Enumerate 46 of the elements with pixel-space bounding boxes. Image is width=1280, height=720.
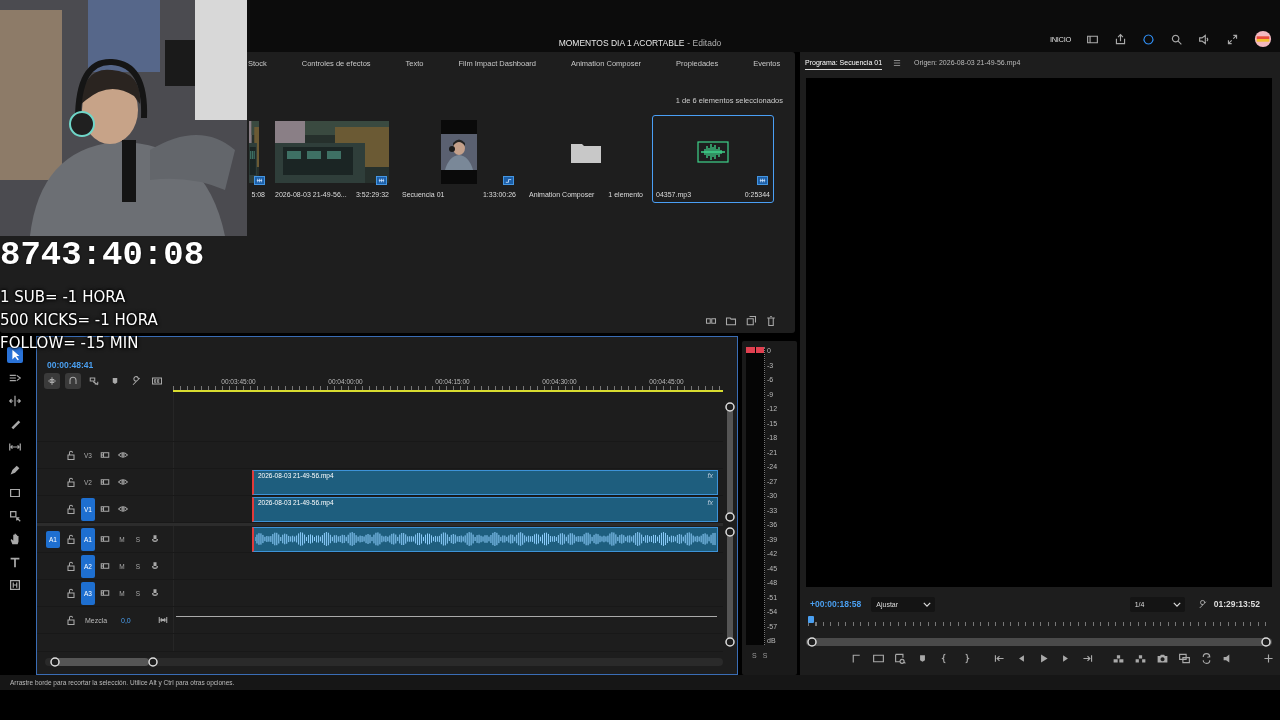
extract-icon[interactable] xyxy=(1133,652,1148,665)
audio-video-badge-icon xyxy=(376,176,387,185)
new-item-icon[interactable] xyxy=(745,315,757,327)
caret-icon[interactable] xyxy=(1172,601,1181,607)
zoom-frame-icon[interactable] xyxy=(893,652,908,665)
audio-video-badge-icon xyxy=(254,176,265,185)
overlay-rule: 1 SUB= -1 HORA xyxy=(0,287,127,308)
lift-icon[interactable] xyxy=(1111,652,1126,665)
project-title: MOMENTOS DIA 1 ACORTABLE xyxy=(558,38,685,48)
go-to-out-icon[interactable] xyxy=(1080,652,1095,665)
audio-clip[interactable] xyxy=(252,526,718,552)
share-icon[interactable] xyxy=(1114,32,1127,46)
horizontal-scrollbar[interactable] xyxy=(806,636,1272,648)
caret-icon[interactable] xyxy=(923,601,932,607)
ripple-edit-icon[interactable] xyxy=(7,393,23,409)
folder-icon xyxy=(571,141,601,163)
sequence-duration: 01:29:13:52 xyxy=(1213,599,1260,609)
progress-ring-icon[interactable] xyxy=(1142,32,1155,46)
countdown-timer: 8743:40:08 xyxy=(0,236,206,274)
fullscreen-icon[interactable] xyxy=(1226,32,1239,46)
eye-icon[interactable] xyxy=(115,449,131,461)
eye-icon[interactable] xyxy=(115,476,131,488)
vertical-scrollbar[interactable] xyxy=(724,526,736,648)
camera-icon[interactable] xyxy=(1155,652,1170,665)
overlay-rule: 500 KICKS= -1 HORA xyxy=(0,310,159,331)
timeline-timecode[interactable]: 00:00:48:41 xyxy=(47,360,94,370)
menu-icon[interactable] xyxy=(892,58,903,68)
magnet-icon[interactable] xyxy=(65,373,81,389)
edit-status: - Editado xyxy=(687,38,722,48)
search-icon[interactable] xyxy=(1170,32,1183,46)
eye-icon[interactable] xyxy=(115,503,131,515)
waveform-icon xyxy=(697,141,729,163)
frame-icon[interactable] xyxy=(871,652,886,665)
avatar[interactable] xyxy=(1254,30,1272,48)
audio-video-badge-icon xyxy=(757,176,768,185)
go-to-in-icon[interactable] xyxy=(992,652,1007,665)
plus-icon[interactable] xyxy=(1261,652,1276,665)
trash-icon[interactable] xyxy=(765,315,777,327)
overlay-icon[interactable] xyxy=(1177,652,1192,665)
playhead-timecode[interactable]: +00:00:18:58 xyxy=(810,599,862,609)
horizontal-scrollbar[interactable] xyxy=(45,656,723,668)
align-icon[interactable] xyxy=(7,508,23,524)
folder-icon[interactable] xyxy=(725,315,737,327)
storyboard-icon[interactable] xyxy=(705,315,717,327)
speaker-icon[interactable] xyxy=(1198,32,1211,46)
sequence-badge-icon xyxy=(503,176,514,185)
